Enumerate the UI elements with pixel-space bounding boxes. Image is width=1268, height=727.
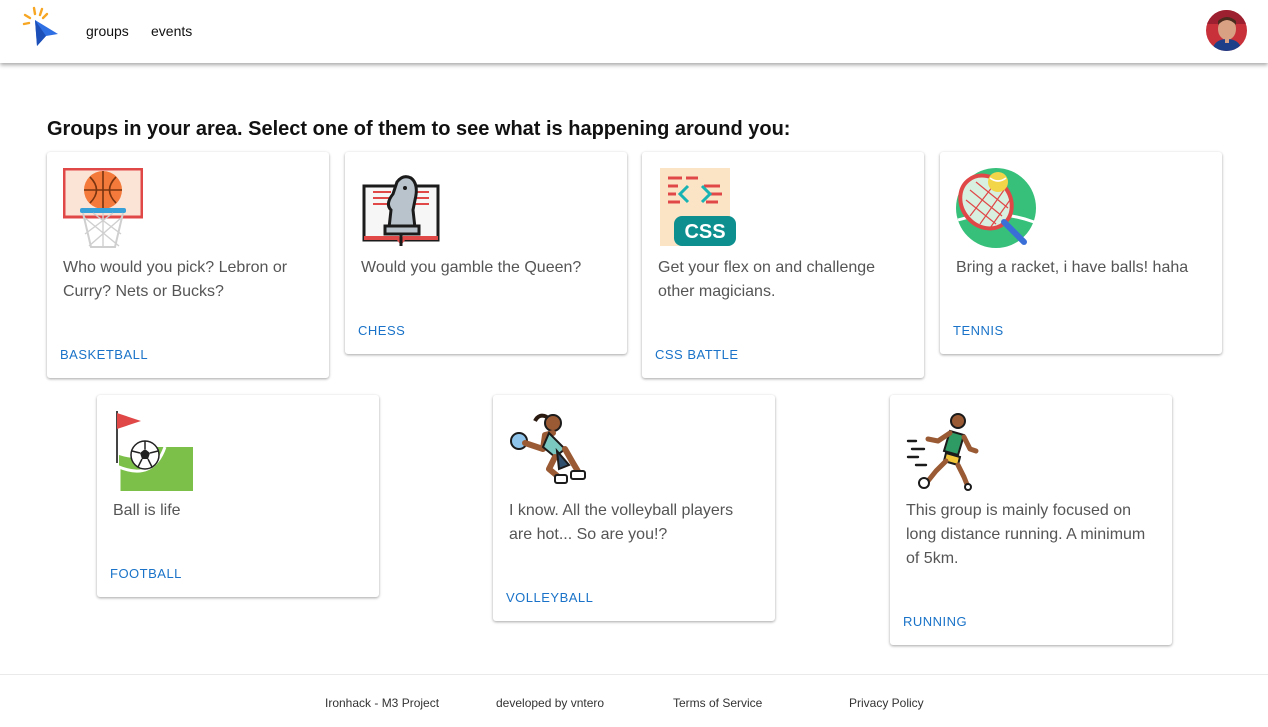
nav-link-groups[interactable]: groups xyxy=(86,23,129,39)
football-corner-flag-icon xyxy=(113,411,193,491)
volleyball-player-icon xyxy=(509,411,589,491)
group-description: Get your flex on and challenge other mag… xyxy=(658,259,876,300)
group-link-volleyball[interactable]: VOLLEYBALL xyxy=(506,590,593,605)
footer-privacy-link[interactable]: Privacy Policy xyxy=(849,696,924,710)
group-link-css-battle[interactable]: CSS BATTLE xyxy=(655,347,739,362)
group-description: I know. All the volleyball players are h… xyxy=(509,502,734,543)
group-link-tennis[interactable]: TENNIS xyxy=(953,323,1004,338)
group-card-tennis[interactable]: Bring a racket, i have balls! haha TENNI… xyxy=(940,152,1222,354)
footer-project-label: Ironhack - M3 Project xyxy=(325,696,440,710)
group-link-running[interactable]: RUNNING xyxy=(903,614,967,629)
group-description: Would you gamble the Queen? xyxy=(361,259,582,276)
group-description: Who would you pick? Lebron or Curry? Net… xyxy=(63,259,288,300)
page-footer: Ironhack - M3 Project developed by vnter… xyxy=(0,674,1268,727)
runner-icon xyxy=(906,411,986,491)
group-card-chess[interactable]: Would you gamble the Queen? CHESS xyxy=(345,152,627,354)
footer-developer-label: developed by vntero xyxy=(496,696,605,710)
top-nav-bar: groups events xyxy=(0,0,1268,63)
svg-text:CSS: CSS xyxy=(684,221,725,243)
footer-terms-link[interactable]: Terms of Service xyxy=(673,696,762,710)
group-description: Ball is life xyxy=(113,502,181,519)
group-link-basketball[interactable]: BASKETBALL xyxy=(60,347,148,362)
nav-link-events[interactable]: events xyxy=(151,23,192,39)
chess-knight-book-icon xyxy=(361,168,441,248)
css-file-icon: CSS xyxy=(658,168,738,248)
group-card-football[interactable]: Ball is life FOOTBALL xyxy=(97,395,379,597)
group-link-football[interactable]: FOOTBALL xyxy=(110,566,182,581)
app-logo-icon[interactable] xyxy=(22,5,62,47)
user-avatar[interactable] xyxy=(1206,10,1247,51)
group-link-chess[interactable]: CHESS xyxy=(358,323,405,338)
tennis-racket-icon xyxy=(956,168,1036,248)
group-card-running[interactable]: This group is mainly focused on long dis… xyxy=(890,395,1172,645)
group-card-volleyball[interactable]: I know. All the volleyball players are h… xyxy=(493,395,775,621)
page-heading: Groups in your area. Select one of them … xyxy=(47,118,791,140)
group-description: Bring a racket, i have balls! haha xyxy=(956,259,1189,276)
group-card-css-battle[interactable]: CSS Get your flex on and challenge other… xyxy=(642,152,924,378)
group-card-basketball[interactable]: Who would you pick? Lebron or Curry? Net… xyxy=(47,152,329,378)
group-description: This group is mainly focused on long dis… xyxy=(906,502,1146,567)
basketball-hoop-icon xyxy=(62,167,144,248)
